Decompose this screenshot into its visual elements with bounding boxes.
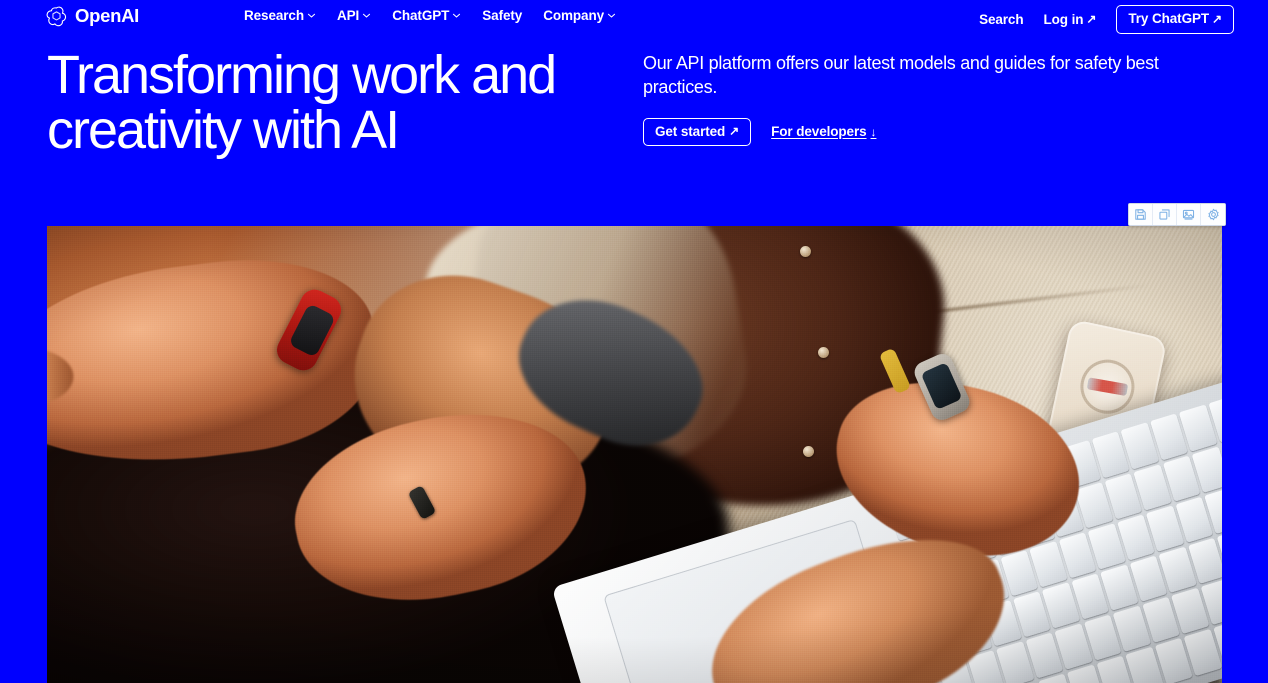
login-link[interactable]: Log in ↗ (1043, 11, 1097, 27)
for-developers-link[interactable]: For developers ↓ (771, 125, 876, 139)
copy-icon[interactable] (1153, 204, 1177, 225)
chevron-down-icon (452, 11, 461, 20)
nav-item-api[interactable]: API (337, 9, 371, 23)
nav-item-safety[interactable]: Safety (482, 9, 522, 23)
secondary-nav: Search Log in ↗ Try ChatGPT ↗ (979, 5, 1234, 34)
chevron-down-icon (607, 11, 616, 20)
image-icon[interactable] (1177, 204, 1201, 225)
site-header: OpenAI Research API ChatGPT Safety Compa… (0, 0, 1268, 34)
arrow-up-right-icon: ↗ (1086, 12, 1097, 27)
page-title: Transforming work and creativity with AI (47, 45, 557, 161)
hero-photograph (47, 226, 1222, 683)
nav-item-safety-label: Safety (482, 8, 523, 23)
chevron-down-icon (307, 11, 316, 20)
openai-logo-icon (45, 5, 68, 28)
chevron-down-icon (362, 11, 371, 20)
hero-cta-group: Get started ↗ For developers ↓ (643, 117, 1213, 146)
nav-item-api-label: API (337, 8, 360, 23)
nav-item-research[interactable]: Research (244, 9, 316, 23)
nav-item-company-label: Company (543, 8, 605, 23)
try-chatgpt-label: Try ChatGPT (1128, 11, 1210, 26)
login-label: Log in (1043, 11, 1084, 27)
get-started-button[interactable]: Get started ↗ (643, 117, 752, 146)
gear-icon[interactable] (1201, 204, 1225, 225)
extension-toolbar (1128, 203, 1226, 226)
for-developers-label: For developers (771, 124, 867, 139)
hero-image (47, 226, 1222, 683)
try-chatgpt-button[interactable]: Try ChatGPT ↗ (1116, 5, 1234, 34)
brand-name: OpenAI (75, 5, 139, 27)
nav-item-research-label: Research (244, 8, 304, 23)
primary-nav: Research API ChatGPT Safety Company (244, 9, 616, 23)
hero-copy: Our API platform offers our latest model… (643, 52, 1213, 146)
get-started-label: Get started (655, 123, 726, 139)
arrow-up-right-icon: ↗ (729, 124, 740, 139)
nav-item-chatgpt[interactable]: ChatGPT (392, 9, 461, 23)
nav-item-company[interactable]: Company (543, 9, 616, 23)
arrow-up-right-icon: ↗ (1212, 11, 1222, 26)
page-root: OpenAI Research API ChatGPT Safety Compa… (0, 0, 1268, 683)
brand-home-link[interactable]: OpenAI (45, 5, 139, 28)
arrow-down-icon: ↓ (870, 124, 877, 139)
hero-subtitle: Our API platform offers our latest model… (643, 53, 1159, 97)
nav-item-chatgpt-label: ChatGPT (392, 8, 450, 23)
search-label: Search (979, 11, 1024, 27)
save-icon[interactable] (1129, 204, 1153, 225)
search-link[interactable]: Search (979, 11, 1024, 27)
photo-vignette-overlay (47, 226, 1222, 683)
